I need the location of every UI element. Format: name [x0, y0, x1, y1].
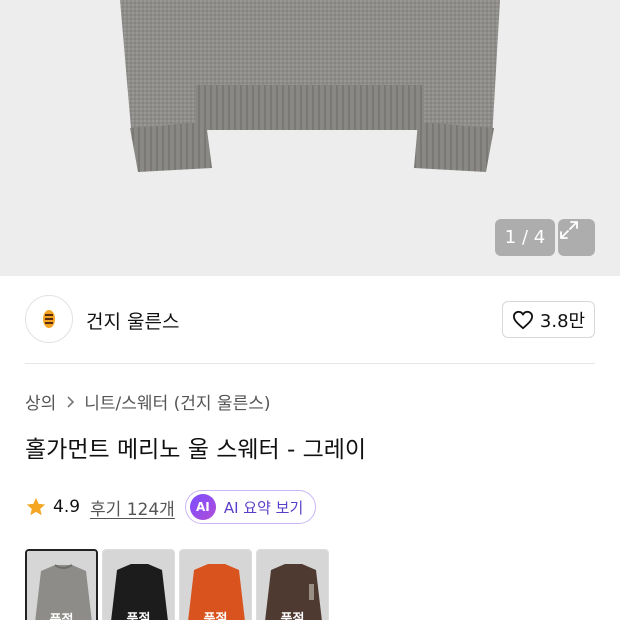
rating-score: 4.9: [53, 497, 81, 517]
star-icon: [26, 497, 46, 516]
divider: [25, 363, 595, 364]
brand-row: 건지 울른스 3.8만: [0, 276, 620, 364]
soldout-label: 품절: [27, 609, 96, 620]
expand-button[interactable]: [558, 219, 595, 256]
breadcrumb: 상의 니트/스웨터 (건지 울른스): [25, 389, 270, 414]
brand-logo-icon: [43, 310, 55, 328]
ai-summary-button[interactable]: AI AI 요약 보기: [184, 490, 317, 524]
soldout-label: 품절: [126, 612, 151, 620]
like-button[interactable]: 3.8만: [502, 301, 595, 338]
like-count: 3.8만: [539, 310, 586, 332]
brand-logo[interactable]: [25, 295, 73, 343]
expand-icon: [560, 221, 578, 239]
swatch-black[interactable]: 품절: [102, 549, 175, 620]
reviews-link[interactable]: 후기 124개: [90, 495, 175, 520]
ai-badge-icon: AI: [189, 494, 216, 520]
heart-outline-icon: [512, 310, 533, 329]
brand-name[interactable]: 건지 울른스: [86, 307, 179, 334]
soldout-label: 품절: [280, 612, 305, 620]
color-swatches: 품절 품절 품절 품절: [25, 549, 329, 620]
breadcrumb-item-subcategory[interactable]: 니트/스웨터 (건지 울른스): [84, 389, 270, 414]
image-counter: 1 / 4: [495, 219, 555, 256]
swatch-brown[interactable]: 품절: [256, 549, 329, 620]
ai-summary-label: AI 요약 보기: [223, 498, 304, 517]
product-image[interactable]: 1 / 4: [0, 0, 620, 276]
chevron-right-icon: [64, 395, 76, 409]
swatch-orange[interactable]: 품절: [179, 549, 252, 620]
product-title: 홀가먼트 메리노 울 스웨터 - 그레이: [25, 437, 367, 463]
swatch-gray[interactable]: 품절: [25, 549, 98, 620]
soldout-label: 품절: [203, 612, 228, 620]
rating-row: 4.9 후기 124개 AI AI 요약 보기: [25, 490, 317, 524]
breadcrumb-item-category[interactable]: 상의: [25, 389, 56, 414]
